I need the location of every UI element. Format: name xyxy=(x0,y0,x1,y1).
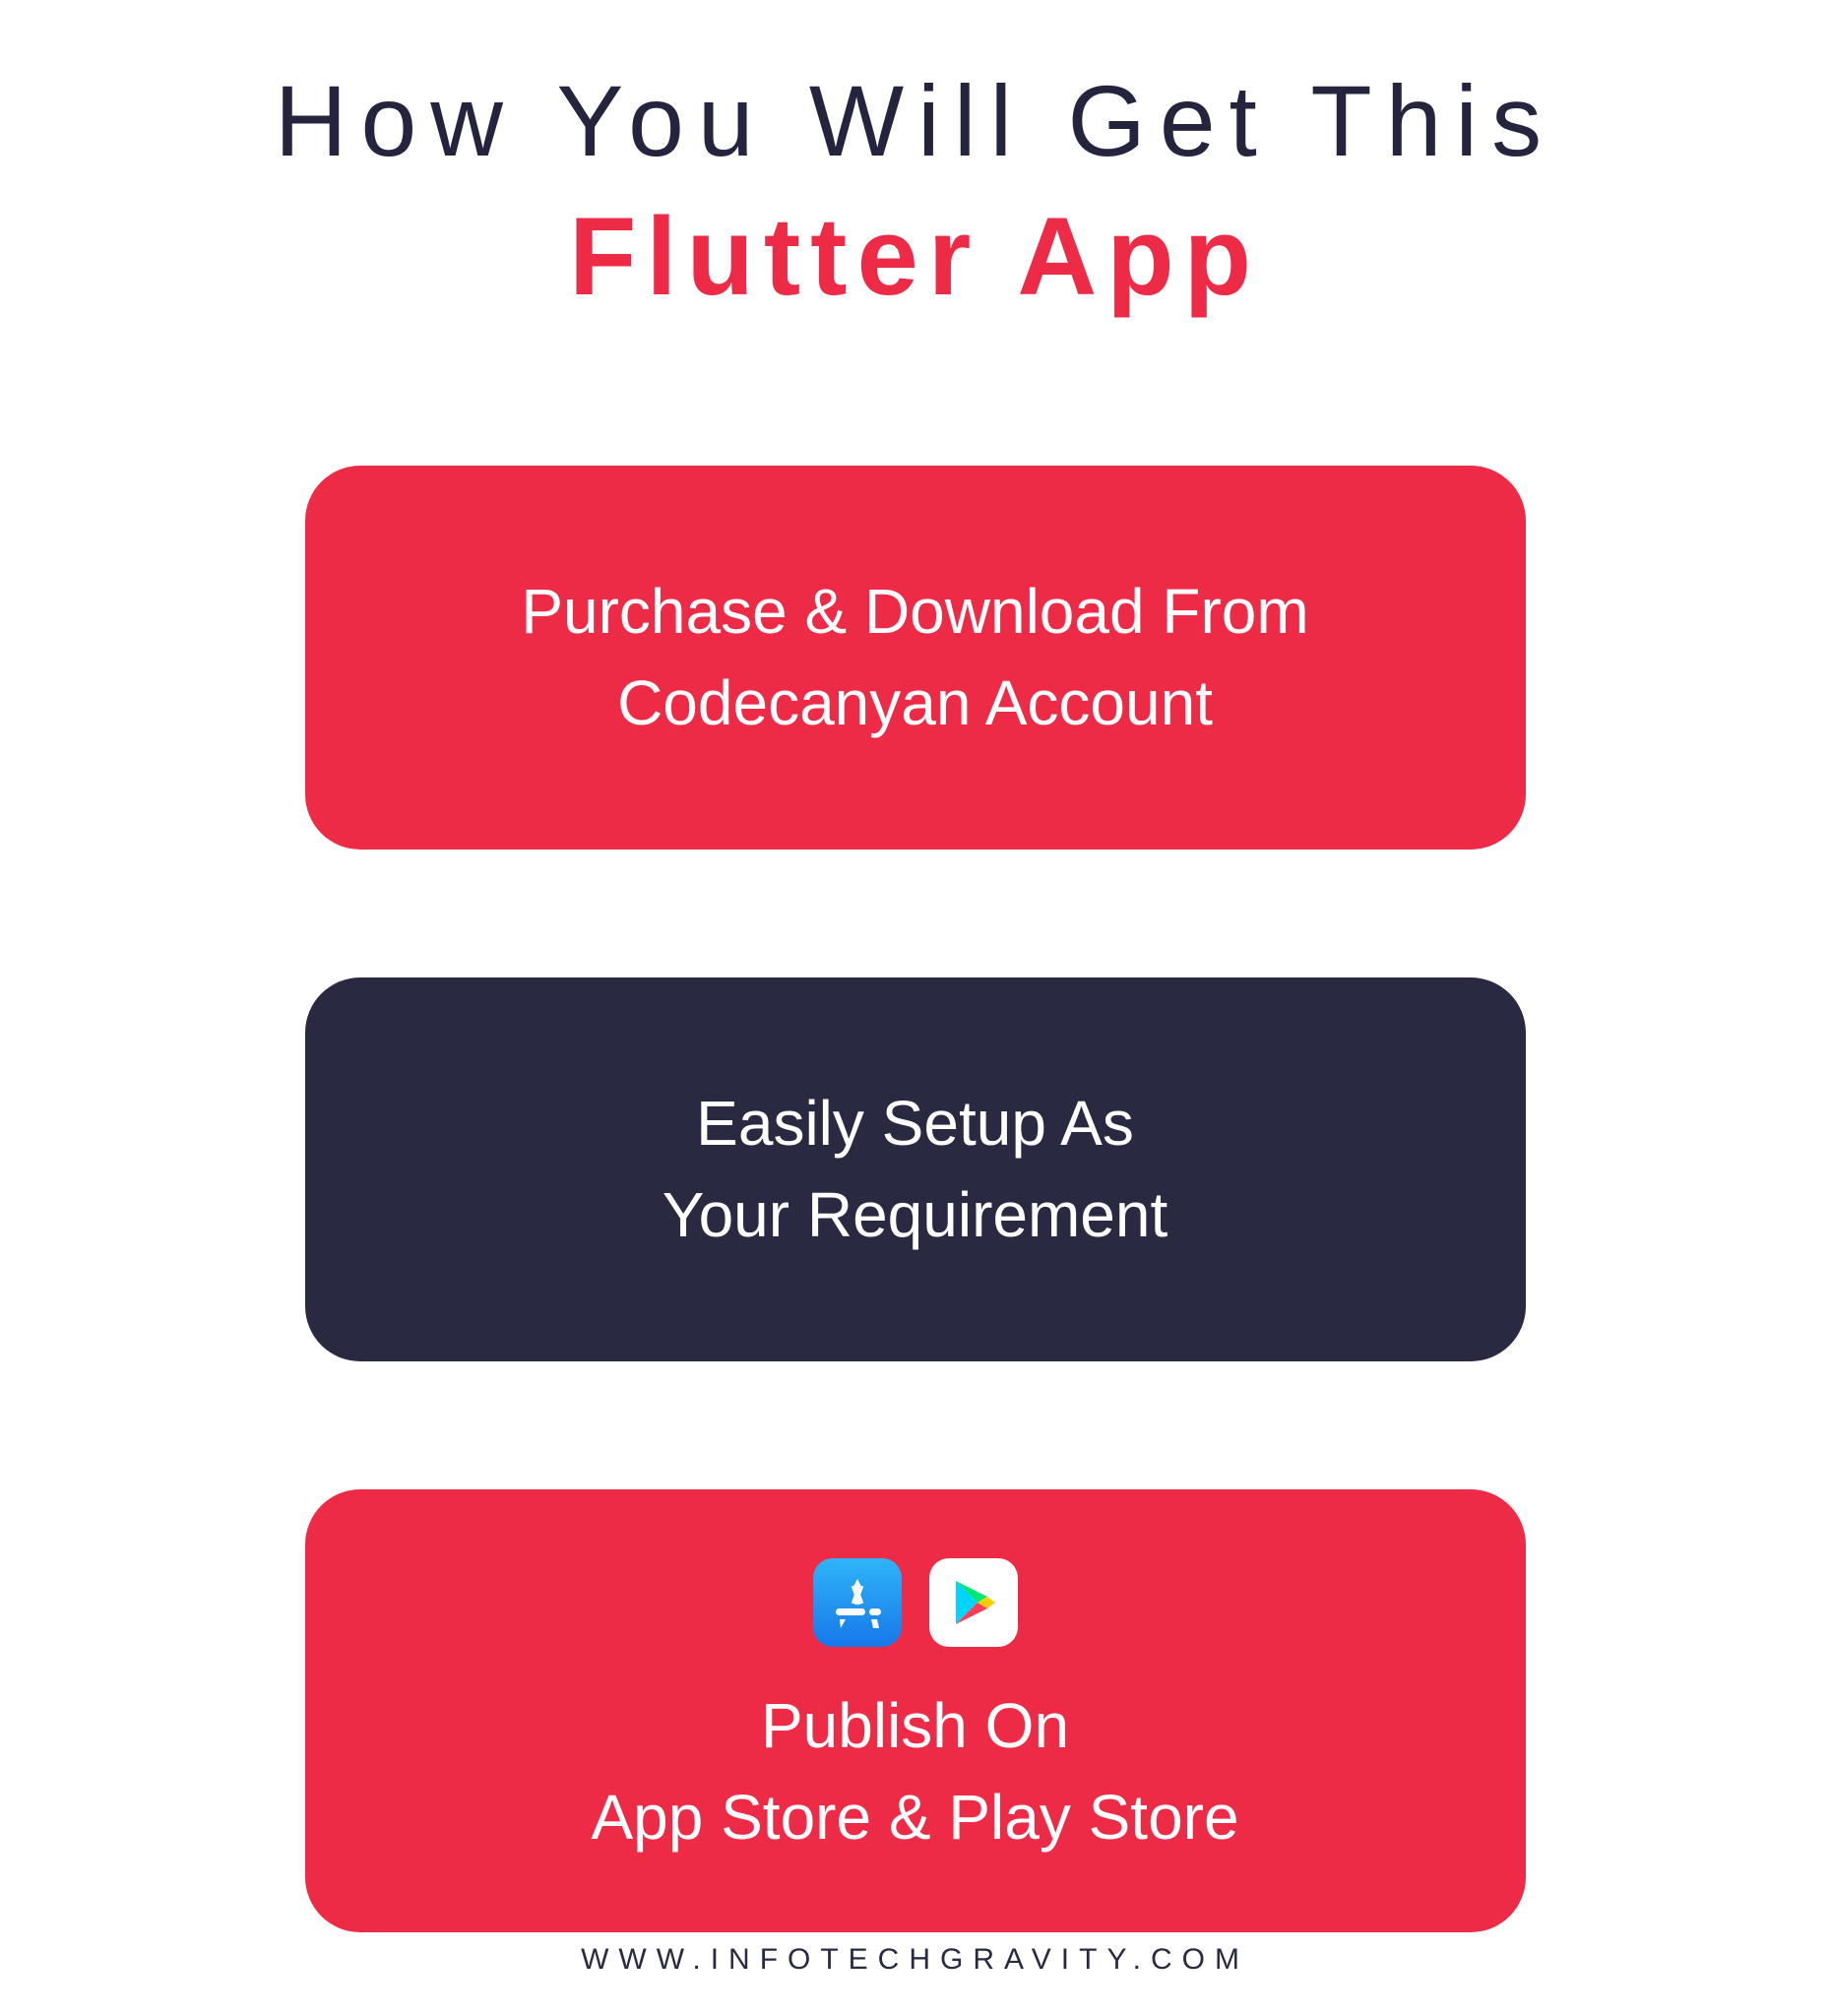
footer-url: WWW.INFOTECHGRAVITY.COM xyxy=(581,1943,1249,1977)
heading-line2: Flutter App xyxy=(275,185,1555,329)
step-line1: Easily Setup As xyxy=(696,1088,1134,1159)
step-line1: Publish On xyxy=(761,1690,1069,1761)
step-line1: Purchase & Download From xyxy=(521,576,1308,647)
step-text: Publish On App Store & Play Store xyxy=(591,1680,1238,1863)
store-icons-row xyxy=(813,1558,1018,1647)
step-card-publish: Publish On App Store & Play Store xyxy=(305,1489,1526,1932)
step-line2: Your Requirement xyxy=(663,1179,1168,1250)
app-store-icon xyxy=(813,1558,902,1647)
step-text: Purchase & Download From Codecanyan Acco… xyxy=(521,566,1308,749)
step-line2: Codecanyan Account xyxy=(617,667,1213,738)
heading-line1: How You Will Get This xyxy=(275,59,1555,185)
steps-container: Purchase & Download From Codecanyan Acco… xyxy=(305,466,1526,1932)
page-heading: How You Will Get This Flutter App xyxy=(275,59,1555,328)
step-line2: App Store & Play Store xyxy=(591,1782,1238,1853)
step-text: Easily Setup As Your Requirement xyxy=(663,1078,1168,1261)
step-card-purchase: Purchase & Download From Codecanyan Acco… xyxy=(305,466,1526,850)
step-card-setup: Easily Setup As Your Requirement xyxy=(305,977,1526,1361)
play-store-icon xyxy=(929,1558,1018,1647)
